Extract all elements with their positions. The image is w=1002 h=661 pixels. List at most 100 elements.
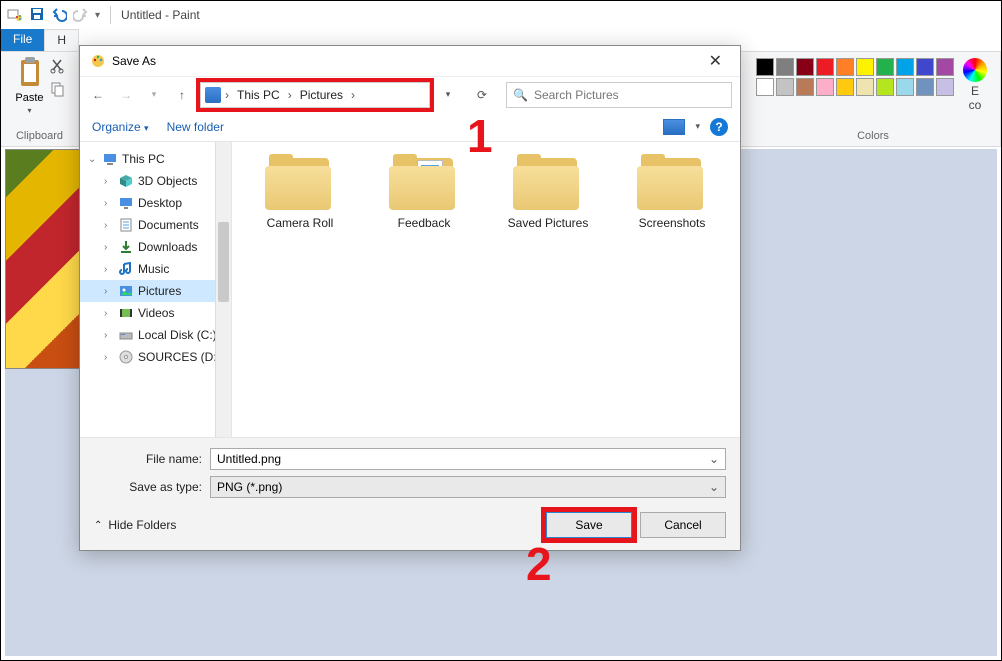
chevron-right-icon[interactable]: › (104, 242, 114, 253)
chevron-right-icon[interactable]: › (104, 220, 114, 231)
clipboard-label: Clipboard (16, 130, 63, 144)
color-swatch[interactable] (916, 58, 934, 76)
save-type-select[interactable]: PNG (*.png) ⌄ (210, 476, 726, 498)
colors-label: Colors (857, 130, 889, 144)
this-pc-icon (205, 87, 221, 103)
color-swatch[interactable] (916, 78, 934, 96)
color-wheel-icon (963, 58, 987, 82)
cube-icon (118, 173, 134, 189)
tree-item[interactable]: ›Music (80, 258, 231, 280)
color-palette[interactable] (756, 58, 954, 96)
new-folder-button[interactable]: New folder (167, 120, 224, 134)
chevron-right-icon[interactable]: › (286, 88, 294, 102)
folder-item[interactable]: Feedback (364, 154, 484, 230)
chevron-right-icon[interactable]: › (223, 88, 231, 102)
qat-undo-icon[interactable] (51, 6, 67, 25)
color-swatch[interactable] (856, 58, 874, 76)
color-swatch[interactable] (836, 58, 854, 76)
color-swatch[interactable] (756, 78, 774, 96)
close-icon[interactable]: ✕ (701, 49, 730, 73)
chevron-down-icon[interactable]: ⌄ (88, 154, 98, 165)
qat-redo-icon[interactable] (73, 6, 89, 25)
color-swatch[interactable] (936, 58, 954, 76)
view-options-icon[interactable] (663, 119, 685, 135)
chevron-down-icon[interactable]: ⌄ (709, 480, 719, 494)
copy-icon[interactable] (49, 81, 65, 100)
tab-file[interactable]: File (1, 29, 44, 51)
color-swatch[interactable] (776, 78, 794, 96)
tab-home[interactable]: H (44, 29, 79, 51)
organize-button[interactable]: Organize ▾ (92, 120, 149, 134)
view-dropdown-icon[interactable]: ▾ (695, 121, 700, 132)
color-swatch[interactable] (816, 58, 834, 76)
help-icon[interactable]: ? (710, 118, 728, 136)
color-swatch[interactable] (816, 78, 834, 96)
disc-icon (118, 349, 134, 365)
color-swatch[interactable] (876, 58, 894, 76)
color-swatch[interactable] (776, 58, 794, 76)
color-swatch[interactable] (896, 58, 914, 76)
cancel-button[interactable]: Cancel (640, 512, 726, 538)
color-swatch[interactable] (836, 78, 854, 96)
address-bar[interactable]: › This PC › Pictures › (200, 82, 430, 108)
tree-item[interactable]: ›Videos (80, 302, 231, 324)
dialog-toolbar: Organize ▾ New folder ▾ ? (80, 112, 740, 142)
chevron-right-icon[interactable]: › (104, 308, 114, 319)
qat-customize-icon[interactable]: ▾ (95, 10, 100, 21)
tree-item[interactable]: ›SOURCES (D:) (80, 346, 231, 368)
desktop-icon (118, 195, 134, 211)
annotation-2: 2 (526, 541, 552, 587)
folder-icon (513, 154, 583, 210)
folder-item[interactable]: Saved Pictures (488, 154, 608, 230)
chevron-right-icon[interactable]: › (104, 352, 114, 363)
color-swatch[interactable] (876, 78, 894, 96)
nav-recent-icon[interactable]: ▾ (144, 85, 164, 105)
color-swatch[interactable] (856, 78, 874, 96)
qat-save-icon[interactable] (29, 6, 45, 25)
chevron-right-icon[interactable]: › (349, 88, 357, 102)
chevron-right-icon[interactable]: › (104, 264, 114, 275)
nav-tree[interactable]: ⌄ This PC ›3D Objects›Desktop›Documents›… (80, 142, 232, 437)
file-name-input[interactable]: Untitled.png ⌄ (210, 448, 726, 470)
folder-item[interactable]: Screenshots (612, 154, 732, 230)
chevron-right-icon[interactable]: › (104, 286, 114, 297)
tree-item[interactable]: ›Local Disk (C:) (80, 324, 231, 346)
breadcrumb-child[interactable]: Pictures (296, 86, 347, 104)
folder-item[interactable]: Camera Roll (240, 154, 360, 230)
nav-forward-icon[interactable]: → (116, 85, 136, 105)
folder-label: Screenshots (639, 216, 706, 230)
tree-item[interactable]: ›3D Objects (80, 170, 231, 192)
folder-icon (389, 154, 459, 210)
paste-button[interactable]: Paste ▾ (15, 56, 45, 115)
nav-up-icon[interactable]: ↑ (172, 85, 192, 105)
refresh-icon[interactable]: ⟳ (466, 88, 498, 102)
tree-item[interactable]: ›Documents (80, 214, 231, 236)
nav-back-icon[interactable]: ← (88, 85, 108, 105)
color-swatch[interactable] (936, 78, 954, 96)
save-button[interactable]: Save (546, 512, 632, 538)
chevron-right-icon[interactable]: › (104, 198, 114, 209)
search-icon: 🔍 (513, 88, 528, 102)
folder-view[interactable]: Camera Roll Feedback Saved Pictures Screens… (232, 142, 740, 437)
tree-item[interactable]: ›Downloads (80, 236, 231, 258)
breadcrumb-root[interactable]: This PC (233, 86, 284, 104)
color-swatch[interactable] (896, 78, 914, 96)
chevron-right-icon[interactable]: › (104, 176, 114, 187)
color-swatch[interactable] (756, 58, 774, 76)
tree-item[interactable]: ›Desktop (80, 192, 231, 214)
dialog-bottom: File name: Untitled.png ⌄ Save as type: … (80, 437, 740, 550)
color-swatch[interactable] (796, 58, 814, 76)
chevron-down-icon[interactable]: ⌄ (709, 452, 719, 466)
chevron-right-icon[interactable]: › (104, 330, 114, 341)
color-swatch[interactable] (796, 78, 814, 96)
dialog-title: Save As (112, 54, 156, 68)
tree-item[interactable]: ›Pictures (80, 280, 231, 302)
cut-icon[interactable] (49, 58, 65, 77)
search-input[interactable]: 🔍 Search Pictures (506, 82, 732, 108)
tree-root[interactable]: ⌄ This PC (80, 148, 231, 170)
hide-folders-button[interactable]: ⌃ Hide Folders (94, 518, 176, 532)
folder-label: Feedback (398, 216, 451, 230)
tree-scrollbar[interactable] (215, 142, 231, 437)
edit-colors-button[interactable]: E co (960, 58, 990, 112)
address-history-icon[interactable]: ▾ (438, 85, 458, 105)
